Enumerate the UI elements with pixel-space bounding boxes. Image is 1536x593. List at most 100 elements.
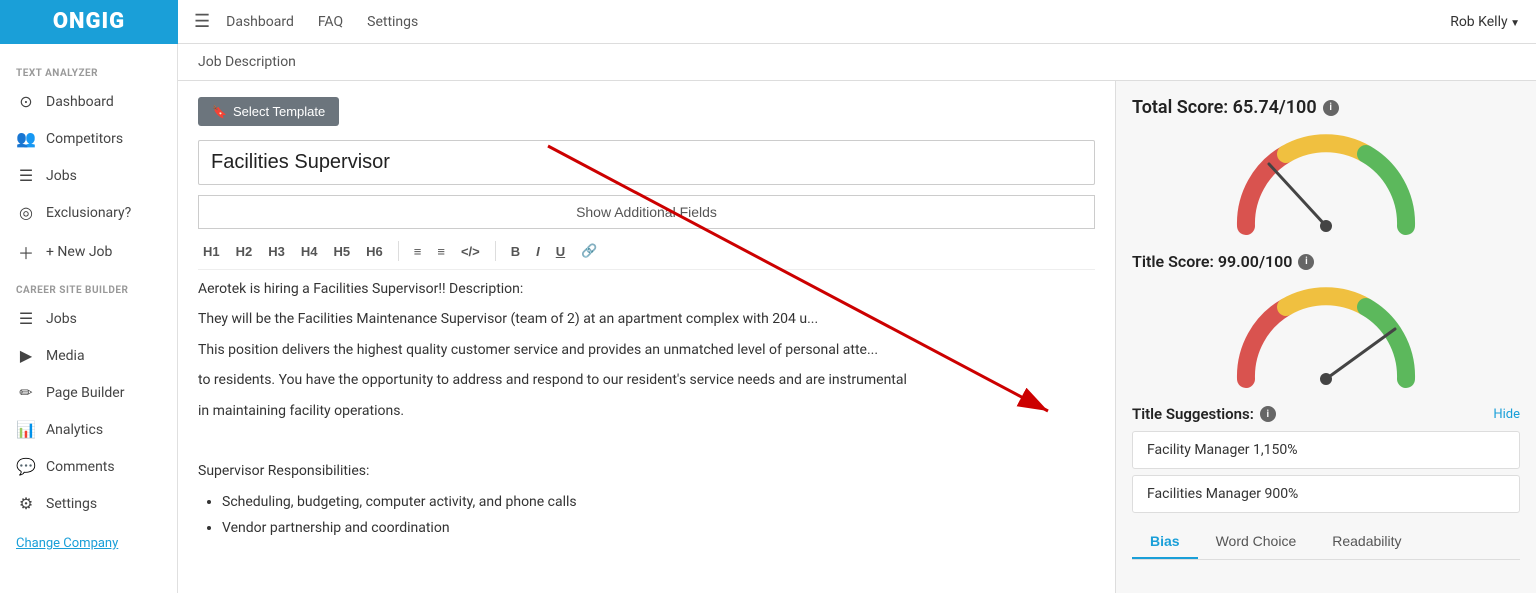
- h3-button[interactable]: H3: [263, 242, 290, 261]
- hamburger-icon[interactable]: ☰: [194, 11, 210, 32]
- suggestions-label: Title Suggestions:: [1132, 405, 1254, 423]
- sidebar-item-analytics[interactable]: 📊 Analytics: [0, 411, 177, 448]
- nav-faq[interactable]: FAQ: [318, 14, 343, 30]
- total-score-gauge-container: [1132, 126, 1520, 236]
- competitors-icon: 👥: [16, 129, 36, 148]
- link-button[interactable]: 🔗: [576, 241, 602, 261]
- sidebar-item-exclusionary[interactable]: ◎ Exclusionary?: [0, 194, 177, 231]
- page-builder-icon: ✏: [16, 383, 36, 402]
- total-score-label: Total Score: 65.74/100: [1132, 97, 1317, 118]
- hide-suggestions-link[interactable]: Hide: [1493, 407, 1520, 422]
- unordered-list-button[interactable]: ≡: [409, 242, 427, 261]
- suggestion-item-1[interactable]: Facility Manager 1,150%: [1132, 431, 1520, 469]
- sidebar-label-new-job: + New Job: [46, 244, 112, 260]
- total-score-gauge: [1226, 126, 1426, 236]
- h6-button[interactable]: H6: [361, 242, 388, 261]
- jobs-ta-icon: ☰: [16, 166, 36, 185]
- sidebar-label-analytics: Analytics: [46, 422, 103, 438]
- content-heading2: Supervisor Responsibilities:: [198, 460, 1095, 482]
- h1-button[interactable]: H1: [198, 242, 225, 261]
- suggestion-item-2[interactable]: Facilities Manager 900%: [1132, 475, 1520, 513]
- sidebar-section-text-analyzer: TEXT ANALYZER: [0, 56, 177, 83]
- bottom-tabs: Bias Word Choice Readability: [1132, 525, 1520, 560]
- sidebar-label-dashboard: Dashboard: [46, 94, 114, 110]
- total-score-info-icon[interactable]: i: [1323, 100, 1339, 116]
- sidebar-label-competitors: Competitors: [46, 131, 123, 147]
- code-button[interactable]: </>: [456, 242, 485, 261]
- sidebar-label-jobs-ta: Jobs: [46, 168, 77, 184]
- sidebar-section-career-builder: CAREER SITE BUILDER: [0, 273, 177, 300]
- title-score-gauge-container: [1132, 279, 1520, 389]
- editor-content[interactable]: Aerotek is hiring a Facilities Superviso…: [198, 278, 1095, 540]
- content-bullet-1: Scheduling, budgeting, computer activity…: [222, 491, 1095, 513]
- bookmark-icon: 🔖: [212, 105, 227, 119]
- tab-word-choice[interactable]: Word Choice: [1198, 525, 1315, 559]
- content-bullet-2: Vendor partnership and coordination: [222, 517, 1095, 539]
- tab-readability[interactable]: Readability: [1314, 525, 1419, 559]
- sidebar-item-jobs-csb[interactable]: ☰ Jobs: [0, 300, 177, 337]
- content-para1: Aerotek is hiring a Facilities Superviso…: [198, 278, 1095, 300]
- sidebar-item-jobs-ta[interactable]: ☰ Jobs: [0, 157, 177, 194]
- sidebar-label-comments: Comments: [46, 459, 115, 475]
- select-template-button[interactable]: 🔖 Select Template: [198, 97, 339, 126]
- comments-icon: 💬: [16, 457, 36, 476]
- analytics-icon: 📊: [16, 420, 36, 439]
- sidebar-item-page-builder[interactable]: ✏ Page Builder: [0, 374, 177, 411]
- title-score-info-icon[interactable]: i: [1298, 254, 1314, 270]
- total-score-title: Total Score: 65.74/100 i: [1132, 97, 1520, 118]
- content-para3: This position delivers the highest quali…: [198, 339, 1095, 361]
- title-score-title: Title Score: 99.00/100 i: [1132, 252, 1520, 271]
- content-para5: in maintaining facility operations.: [198, 400, 1095, 422]
- h4-button[interactable]: H4: [296, 242, 323, 261]
- sidebar-item-media[interactable]: ▶ Media: [0, 337, 177, 374]
- italic-button[interactable]: I: [531, 242, 545, 261]
- title-score-section: Title Score: 99.00/100 i: [1132, 252, 1520, 389]
- title-score-gauge: [1226, 279, 1426, 389]
- sidebar-label-exclusionary: Exclusionary?: [46, 205, 131, 221]
- toolbar-divider-2: [495, 241, 496, 261]
- bold-button[interactable]: B: [506, 242, 525, 261]
- right-panel: Total Score: 65.74/100 i: [1116, 81, 1536, 593]
- sidebar-item-new-job[interactable]: ＋ + New Job: [0, 231, 177, 273]
- editor-toolbar: H1 H2 H3 H4 H5 H6 ≡ ≡ </> B I U 🔗: [198, 241, 1095, 270]
- jobs-csb-icon: ☰: [16, 309, 36, 328]
- media-icon: ▶: [16, 346, 36, 365]
- ordered-list-button[interactable]: ≡: [432, 242, 450, 261]
- suggestions-info-icon[interactable]: i: [1260, 406, 1276, 422]
- user-menu[interactable]: Rob Kelly: [1450, 14, 1520, 30]
- sidebar-label-media: Media: [46, 348, 85, 364]
- change-company-link[interactable]: Change Company: [16, 536, 118, 551]
- show-additional-fields-button[interactable]: Show Additional Fields: [198, 195, 1095, 229]
- breadcrumb: Job Description: [178, 44, 1536, 81]
- job-title-input[interactable]: [198, 140, 1095, 185]
- sidebar: TEXT ANALYZER ⊙ Dashboard 👥 Competitors …: [0, 44, 178, 593]
- sidebar-item-dashboard[interactable]: ⊙ Dashboard: [0, 83, 177, 120]
- left-editor: 🔖 Select Template Show Additional Fields…: [178, 81, 1116, 593]
- exclusionary-icon: ◎: [16, 203, 36, 222]
- nav-links: Dashboard FAQ Settings: [226, 14, 418, 30]
- logo: ONGIG: [53, 9, 125, 34]
- underline-button[interactable]: U: [551, 242, 570, 261]
- tab-bias[interactable]: Bias: [1132, 525, 1198, 559]
- sidebar-item-competitors[interactable]: 👥 Competitors: [0, 120, 177, 157]
- dashboard-icon: ⊙: [16, 92, 36, 111]
- title-score-label: Title Score: 99.00/100: [1132, 252, 1292, 271]
- new-job-icon: ＋: [16, 240, 36, 264]
- h5-button[interactable]: H5: [329, 242, 356, 261]
- suggestions-title: Title Suggestions: i: [1132, 405, 1276, 423]
- toolbar-divider-1: [398, 241, 399, 261]
- content-para4: to residents. You have the opportunity t…: [198, 369, 1095, 391]
- h2-button[interactable]: H2: [231, 242, 258, 261]
- sidebar-item-comments[interactable]: 💬 Comments: [0, 448, 177, 485]
- nav-settings[interactable]: Settings: [367, 14, 418, 30]
- sidebar-item-settings[interactable]: ⚙ Settings: [0, 485, 177, 522]
- sidebar-label-page-builder: Page Builder: [46, 385, 124, 401]
- sidebar-label-jobs-csb: Jobs: [46, 311, 77, 327]
- logo-area: ONGIG: [0, 0, 178, 44]
- show-fields-label: Show Additional Fields: [576, 204, 717, 220]
- nav-dashboard[interactable]: Dashboard: [226, 14, 294, 30]
- top-nav: ONGIG ☰ Dashboard FAQ Settings Rob Kelly: [0, 0, 1536, 44]
- editor-wrapper: 🔖 Select Template Show Additional Fields…: [178, 81, 1536, 593]
- main-layout: TEXT ANALYZER ⊙ Dashboard 👥 Competitors …: [0, 44, 1536, 593]
- content-area: Job Description 🔖 Select Template Show A…: [178, 44, 1536, 593]
